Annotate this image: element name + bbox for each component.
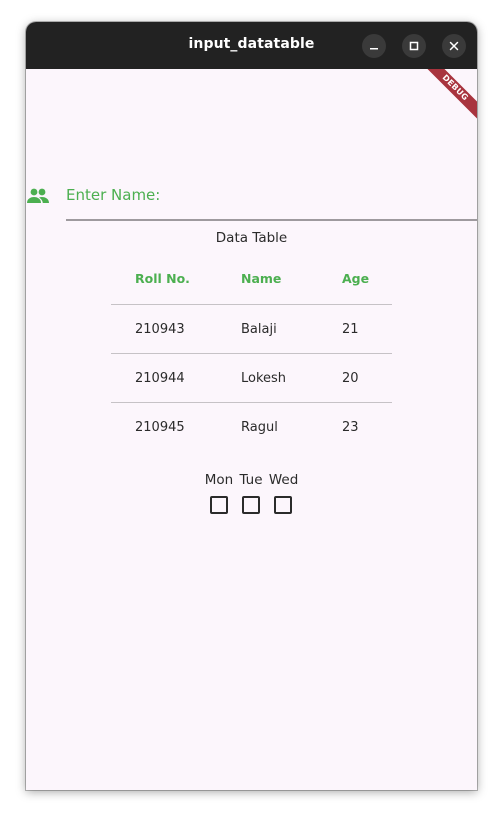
day-label-wed: Wed	[268, 472, 299, 488]
table-caption: Data Table	[215, 230, 288, 246]
cell-age: 21	[342, 321, 359, 337]
cell-name: Lokesh	[241, 370, 287, 386]
table-row[interactable]: 210945 Ragul 23	[111, 403, 392, 451]
table-header-row: Roll No. Name Age	[111, 252, 392, 305]
app-content: DEBUG Data Table Roll No. Name Age 21094…	[26, 69, 477, 790]
minimize-button[interactable]	[362, 34, 386, 58]
cell-roll-no: 210944	[135, 370, 185, 386]
cell-name: Balaji	[241, 321, 277, 337]
people-icon	[27, 188, 49, 203]
name-field[interactable]	[26, 173, 477, 223]
close-button[interactable]	[442, 34, 466, 58]
name-input-underline	[66, 219, 477, 221]
table-row[interactable]: 210943 Balaji 21	[111, 305, 392, 354]
cell-age: 23	[342, 419, 359, 435]
checkbox-wed[interactable]	[274, 496, 292, 514]
day-label-tue: Tue	[239, 472, 263, 488]
table-row[interactable]: 210944 Lokesh 20	[111, 354, 392, 403]
data-table: Roll No. Name Age 210943 Balaji 21 21094…	[111, 252, 392, 451]
close-icon	[449, 41, 459, 51]
cell-roll-no: 210943	[135, 321, 185, 337]
name-input[interactable]	[66, 183, 477, 207]
title-bar[interactable]: input_datatable	[26, 22, 477, 69]
day-label-mon: Mon	[204, 472, 234, 488]
cell-age: 20	[342, 370, 359, 386]
day-checkboxes	[210, 496, 320, 518]
checkbox-mon[interactable]	[210, 496, 228, 514]
column-header-roll-no[interactable]: Roll No.	[135, 252, 190, 304]
app-window: input_datatable DEBUG Enter Name: Data T…	[26, 22, 477, 790]
maximize-icon	[409, 41, 419, 51]
debug-banner-label: DEBUG	[419, 69, 477, 124]
cell-name: Ragul	[241, 419, 278, 435]
checkbox-tue[interactable]	[242, 496, 260, 514]
debug-banner: DEBUG	[417, 69, 477, 129]
maximize-button[interactable]	[402, 34, 426, 58]
column-header-name[interactable]: Name	[241, 252, 281, 304]
cell-roll-no: 210945	[135, 419, 185, 435]
minimize-icon	[370, 48, 378, 50]
day-labels: Mon Tue Wed	[26, 472, 477, 488]
column-header-age[interactable]: Age	[342, 252, 369, 304]
